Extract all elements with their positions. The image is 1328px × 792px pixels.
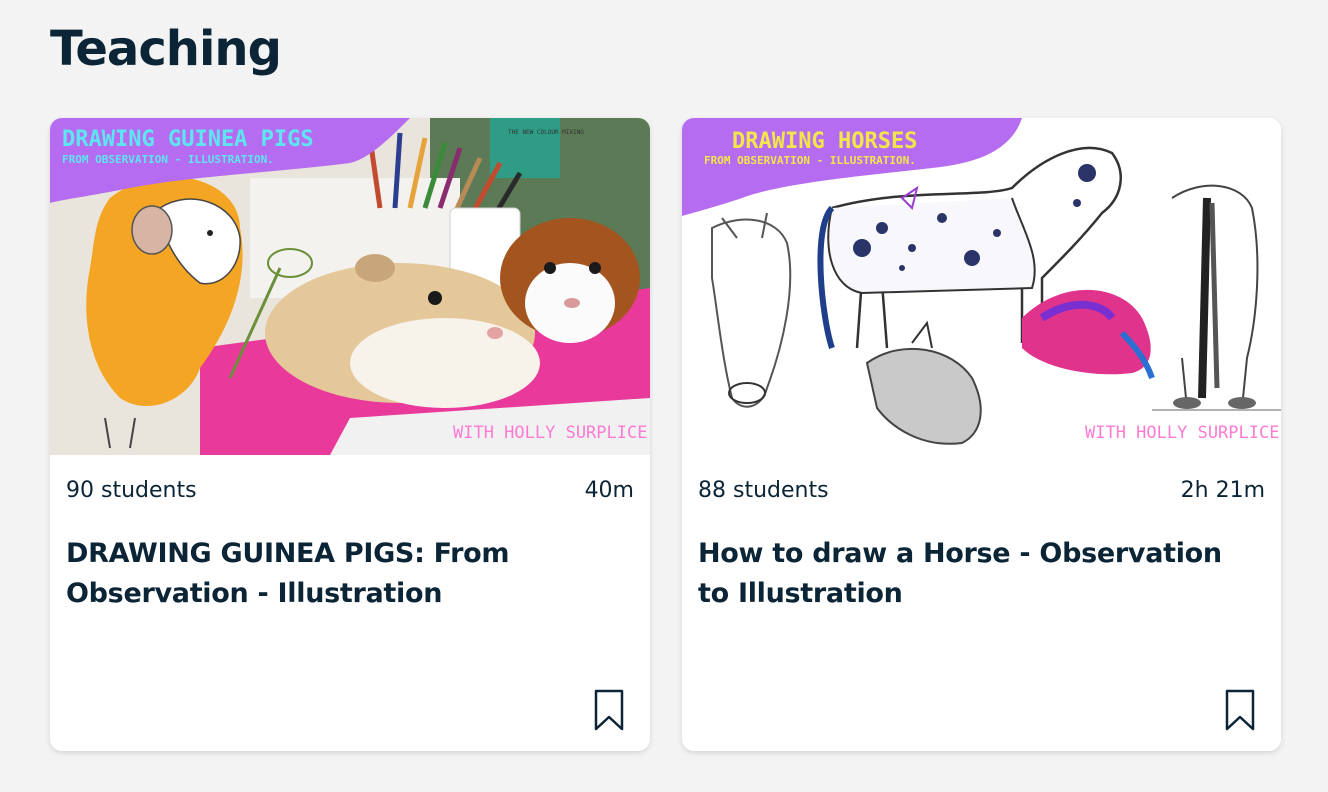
- thumbnail-subline: FROM OBSERVATION - ILLUSTRATION.: [704, 154, 916, 167]
- thumbnail-credit: WITH HOLLY SURPLICE: [453, 423, 647, 443]
- thumbnail-illustration: DRAWING HORSES FROM OBSERVATION - ILLUST…: [682, 118, 1281, 455]
- bookmark-icon[interactable]: [1225, 689, 1255, 731]
- course-title[interactable]: How to draw a Horse - Observation to Ill…: [698, 534, 1251, 614]
- course-duration: 40m: [584, 478, 634, 503]
- course-meta: 88 students 2h 21m: [698, 477, 1265, 505]
- thumbnail-subline: FROM OBSERVATION - ILLUSTRATION.: [62, 153, 274, 166]
- course-title[interactable]: DRAWING GUINEA PIGS: From Observation - …: [66, 534, 620, 614]
- thumbnail-illustration: DRAWING GUINEA PIGS FROM OBSERVATION - I…: [50, 118, 650, 455]
- course-card-horses[interactable]: DRAWING HORSES FROM OBSERVATION - ILLUST…: [682, 118, 1281, 751]
- course-card-guinea-pigs[interactable]: DRAWING GUINEA PIGS FROM OBSERVATION - I…: [50, 118, 650, 751]
- course-thumbnail[interactable]: DRAWING HORSES FROM OBSERVATION - ILLUST…: [682, 118, 1281, 455]
- course-meta: 90 students 40m: [66, 477, 634, 505]
- page-title: Teaching: [50, 21, 282, 77]
- student-count: 90 students: [66, 478, 197, 503]
- student-count: 88 students: [698, 478, 829, 503]
- course-duration: 2h 21m: [1180, 478, 1265, 503]
- thumbnail-credit: WITH HOLLY SURPLICE: [1085, 423, 1279, 443]
- bookmark-icon[interactable]: [594, 689, 624, 731]
- course-thumbnail[interactable]: DRAWING GUINEA PIGS FROM OBSERVATION - I…: [50, 118, 650, 455]
- thumbnail-headline: DRAWING GUINEA PIGS: [62, 127, 314, 152]
- book-cover-text: THE NEW COLOUR MIXING: [508, 129, 584, 136]
- thumbnail-headline: DRAWING HORSES: [732, 129, 917, 154]
